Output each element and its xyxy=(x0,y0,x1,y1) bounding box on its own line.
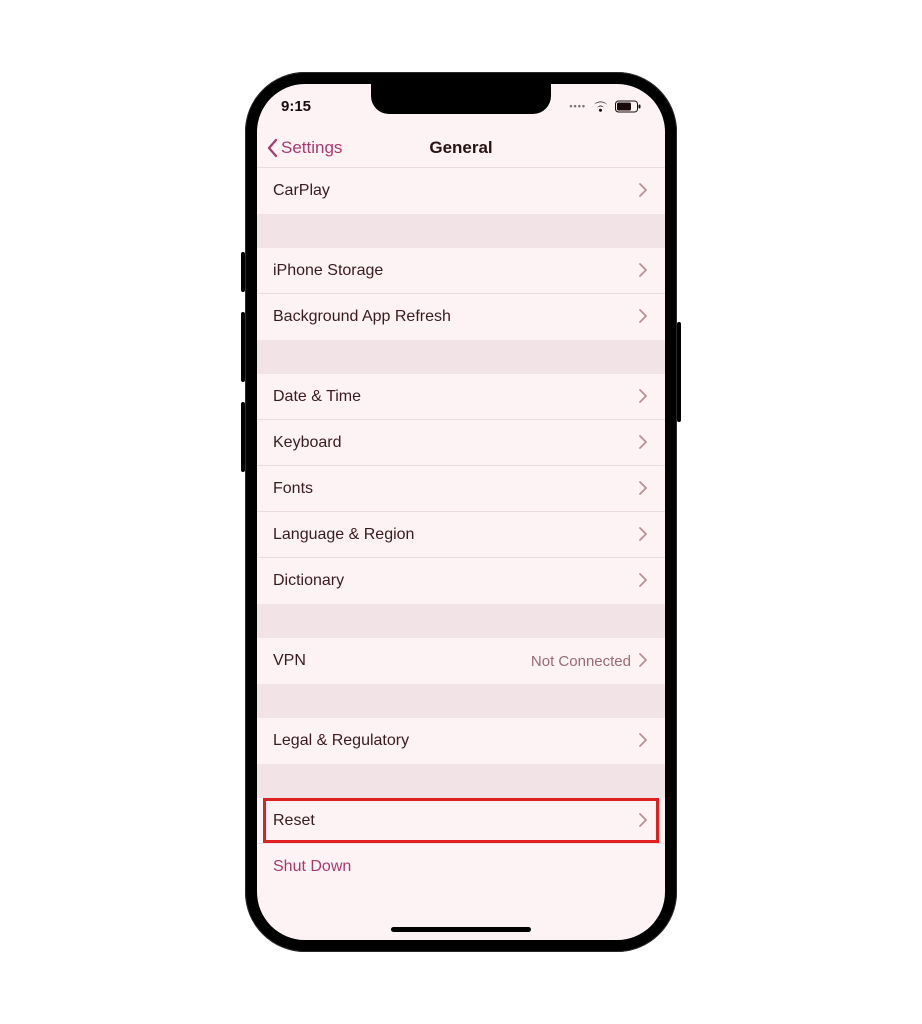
group-region: Date & Time Keyboard Fonts Language & Re… xyxy=(257,374,665,604)
group-storage: iPhone Storage Background App Refresh xyxy=(257,248,665,340)
phone-frame: 9:15 •••• Settings General xyxy=(245,72,677,952)
section-gap xyxy=(257,684,665,718)
stage: 9:15 •••• Settings General xyxy=(0,0,922,1024)
back-label: Settings xyxy=(281,138,342,158)
status-right: •••• xyxy=(569,100,641,113)
chevron-right-icon xyxy=(639,309,649,325)
row-label: Shut Down xyxy=(273,858,649,876)
cellular-dots-icon: •••• xyxy=(569,101,586,111)
row-reset[interactable]: Reset xyxy=(257,798,665,844)
home-indicator[interactable] xyxy=(391,927,531,932)
section-gap xyxy=(257,764,665,798)
row-dictionary[interactable]: Dictionary xyxy=(257,558,665,604)
volume-up-button xyxy=(241,312,245,382)
row-label: Background App Refresh xyxy=(273,308,639,326)
row-label: Keyboard xyxy=(273,434,639,452)
row-date-time[interactable]: Date & Time xyxy=(257,374,665,420)
row-label: CarPlay xyxy=(273,182,639,200)
page-title: General xyxy=(429,138,492,158)
row-label: VPN xyxy=(273,652,531,670)
section-gap xyxy=(257,604,665,638)
screen: 9:15 •••• Settings General xyxy=(257,84,665,940)
chevron-right-icon xyxy=(639,481,649,497)
volume-down-button xyxy=(241,402,245,472)
chevron-right-icon xyxy=(639,263,649,279)
back-button[interactable]: Settings xyxy=(267,128,342,167)
notch xyxy=(371,84,551,114)
chevron-right-icon xyxy=(639,653,649,669)
row-shut-down[interactable]: Shut Down xyxy=(257,844,665,890)
nav-bar: Settings General xyxy=(257,128,665,168)
group-reset: Reset Shut Down xyxy=(257,798,665,890)
section-gap xyxy=(257,340,665,374)
chevron-right-icon xyxy=(639,389,649,405)
section-gap xyxy=(257,214,665,248)
row-carplay[interactable]: CarPlay xyxy=(257,168,665,214)
row-label: iPhone Storage xyxy=(273,262,639,280)
row-legal-regulatory[interactable]: Legal & Regulatory xyxy=(257,718,665,764)
status-time: 9:15 xyxy=(281,98,311,115)
group-legal: Legal & Regulatory xyxy=(257,718,665,764)
row-fonts[interactable]: Fonts xyxy=(257,466,665,512)
mute-switch xyxy=(241,252,245,292)
settings-list[interactable]: CarPlay iPhone Storage Background App Re… xyxy=(257,168,665,890)
row-vpn[interactable]: VPN Not Connected xyxy=(257,638,665,684)
chevron-right-icon xyxy=(639,183,649,199)
chevron-right-icon xyxy=(639,527,649,543)
battery-icon xyxy=(615,100,641,113)
row-label: Fonts xyxy=(273,480,639,498)
row-label: Language & Region xyxy=(273,526,639,544)
side-button xyxy=(677,322,681,422)
row-label: Dictionary xyxy=(273,572,639,590)
row-background-app-refresh[interactable]: Background App Refresh xyxy=(257,294,665,340)
chevron-right-icon xyxy=(639,435,649,451)
chevron-right-icon xyxy=(639,813,649,829)
group-vpn: VPN Not Connected xyxy=(257,638,665,684)
row-value: Not Connected xyxy=(531,653,631,670)
group-carplay: CarPlay xyxy=(257,168,665,214)
wifi-icon xyxy=(592,100,609,113)
row-label: Reset xyxy=(273,812,639,830)
row-label: Legal & Regulatory xyxy=(273,732,639,750)
row-keyboard[interactable]: Keyboard xyxy=(257,420,665,466)
chevron-right-icon xyxy=(639,733,649,749)
row-language-region[interactable]: Language & Region xyxy=(257,512,665,558)
chevron-right-icon xyxy=(639,573,649,589)
row-iphone-storage[interactable]: iPhone Storage xyxy=(257,248,665,294)
row-label: Date & Time xyxy=(273,388,639,406)
